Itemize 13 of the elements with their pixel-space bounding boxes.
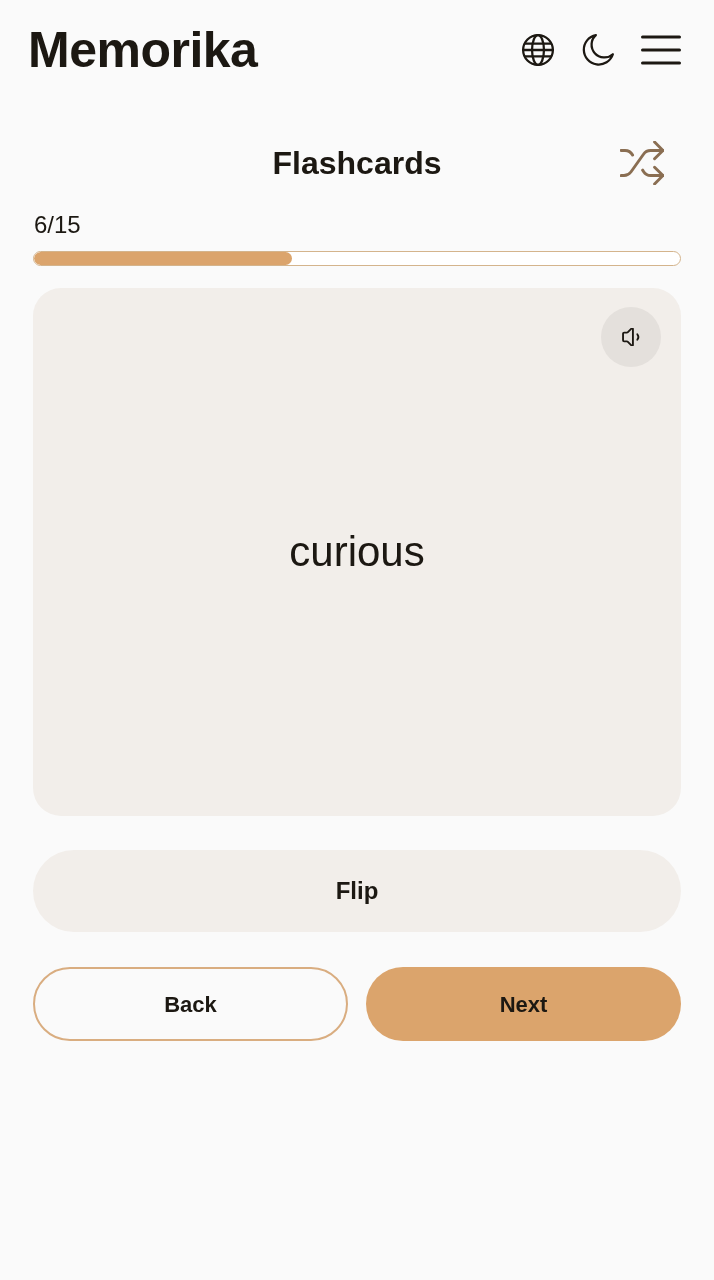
shuffle-icon[interactable] bbox=[620, 141, 664, 185]
next-button[interactable]: Next bbox=[366, 967, 681, 1041]
moon-icon[interactable] bbox=[581, 33, 615, 67]
page-title: Flashcards bbox=[271, 147, 443, 179]
globe-icon[interactable] bbox=[521, 33, 555, 67]
card-word: curious bbox=[289, 531, 425, 573]
menu-icon[interactable] bbox=[641, 35, 681, 65]
speaker-icon bbox=[620, 328, 642, 346]
progress-count: 6/15 bbox=[34, 210, 81, 240]
back-button[interactable]: Back bbox=[33, 967, 348, 1041]
flashcard[interactable]: curious bbox=[33, 288, 681, 816]
flip-button[interactable]: Flip bbox=[33, 850, 681, 932]
app-logo: Memorika bbox=[28, 25, 258, 75]
